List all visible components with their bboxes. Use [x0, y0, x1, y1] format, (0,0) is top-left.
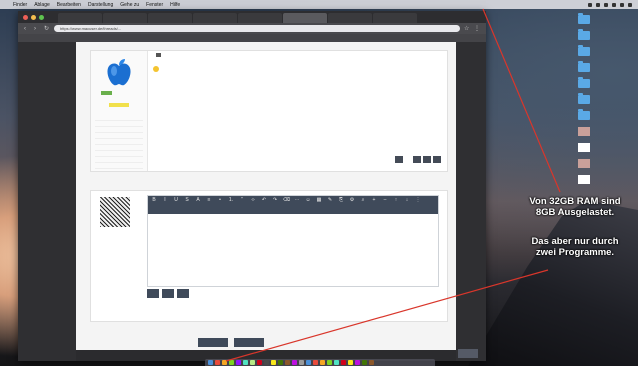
annotation-ram: Von 32GB RAM sind 8GB Ausgelastet.	[512, 196, 638, 218]
annotation-text: 8GB Ausgelastet.	[535, 207, 615, 218]
annotation-text: zwei Programme.	[535, 247, 615, 258]
annotation-lines	[225, 8, 561, 362]
annotation-arrow-dock	[225, 269, 549, 362]
annotation-text: Von 32GB RAM sind	[529, 196, 621, 207]
annotation-arrow-ram	[482, 8, 561, 193]
annotation-programs: Das aber nur durch zwei Programme.	[512, 236, 638, 258]
annotation-text: Das aber nur durch	[531, 236, 619, 247]
